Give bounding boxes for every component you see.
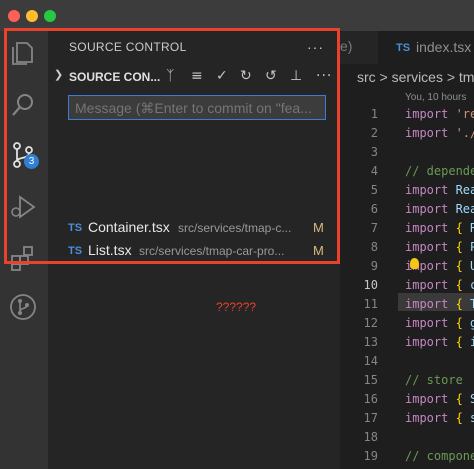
code-line[interactable]: // componen xyxy=(405,449,474,463)
highlight-box xyxy=(4,28,340,264)
code-token: './s xyxy=(455,126,474,140)
keyword-token: import xyxy=(405,335,456,349)
brace-token: { xyxy=(455,221,463,235)
code-line[interactable]: import { Tm xyxy=(405,297,474,311)
brace-token: { xyxy=(455,411,463,425)
brace-token: { xyxy=(455,297,463,311)
code-token: ge xyxy=(470,316,474,330)
keyword-token: import xyxy=(405,183,456,197)
code-token: Tm xyxy=(470,297,474,311)
line-number: 5 xyxy=(370,183,378,197)
annotation-text: ?????? xyxy=(216,300,257,314)
line-number: 14 xyxy=(363,354,378,368)
line-number: 1 xyxy=(370,107,378,121)
code-token: UA xyxy=(470,259,474,273)
code-line[interactable]: import './s xyxy=(405,126,474,140)
code-line[interactable]: import Reac xyxy=(405,202,474,216)
lightbulb-icon[interactable] xyxy=(410,258,419,269)
keyword-token: import xyxy=(405,202,456,216)
code-line[interactable]: import 'rea xyxy=(405,107,474,121)
code-token: Reac xyxy=(455,183,474,197)
code-line[interactable]: import { cr xyxy=(405,278,474,292)
brace-token: { xyxy=(455,392,463,406)
brace-token: { xyxy=(455,240,463,254)
keyword-token: import xyxy=(405,392,456,406)
code-token: Pr xyxy=(470,240,474,254)
line-number: 19 xyxy=(363,449,378,463)
brace-token: { xyxy=(455,335,463,349)
code-line[interactable]: // depende xyxy=(405,164,474,178)
git-blame-annotation: You, 10 hours xyxy=(405,92,467,103)
code-line[interactable]: import { ST xyxy=(405,392,474,406)
code-line[interactable]: import { Ro xyxy=(405,221,474,235)
line-number: 13 xyxy=(363,335,378,349)
tab-index-tsx[interactable]: TS index.tsx xyxy=(378,31,474,64)
brace-token: { xyxy=(455,259,463,273)
typescript-icon: TS xyxy=(396,42,411,54)
keyword-token: import xyxy=(405,297,456,311)
code-token: 'rea xyxy=(455,107,474,121)
minimize-window-button[interactable] xyxy=(26,10,38,22)
git-graph-icon[interactable] xyxy=(8,292,38,322)
line-number: 7 xyxy=(370,221,378,235)
line-number: 3 xyxy=(370,145,378,159)
code-line[interactable]: import Reac xyxy=(405,183,474,197)
keyword-token: import xyxy=(405,240,456,254)
code-token: Ro xyxy=(470,221,474,235)
brace-token: { xyxy=(455,278,463,292)
line-number: 9 xyxy=(370,259,378,273)
tab-label: index.tsx xyxy=(416,39,472,55)
code-token: se xyxy=(470,411,474,425)
code-line[interactable]: // store xyxy=(405,373,463,387)
line-number: 6 xyxy=(370,202,378,216)
code-token: cr xyxy=(470,278,474,292)
brace-token: { xyxy=(455,316,463,330)
breadcrumb[interactable]: src > services > tm xyxy=(357,69,474,85)
keyword-token: import xyxy=(405,221,456,235)
line-number: 16 xyxy=(363,392,378,406)
keyword-token: import xyxy=(405,278,456,292)
keyword-token: import xyxy=(405,126,456,140)
line-number: 4 xyxy=(370,164,378,178)
keyword-token: import xyxy=(405,411,456,425)
keyword-token: import xyxy=(405,316,456,330)
line-number: 2 xyxy=(370,126,378,140)
maximize-window-button[interactable] xyxy=(44,10,56,22)
code-token: Reac xyxy=(455,202,474,216)
line-number: 11 xyxy=(363,297,378,311)
code-line[interactable]: import { Pr xyxy=(405,240,474,254)
keyword-token: import xyxy=(405,107,456,121)
code-token: in xyxy=(470,335,474,349)
code-line[interactable]: import { in xyxy=(405,335,474,349)
tab-partial[interactable]: e) xyxy=(340,38,352,54)
line-number: 17 xyxy=(363,411,378,425)
close-window-button[interactable] xyxy=(8,10,20,22)
line-number: 18 xyxy=(363,430,378,444)
title-bar xyxy=(0,0,474,31)
line-number: 10 xyxy=(363,278,378,292)
code-line[interactable]: import { se xyxy=(405,411,474,425)
line-number: 8 xyxy=(370,240,378,254)
line-number: 15 xyxy=(363,373,378,387)
code-line[interactable]: import { ge xyxy=(405,316,474,330)
code-token: ST xyxy=(470,392,474,406)
line-number: 12 xyxy=(363,316,378,330)
